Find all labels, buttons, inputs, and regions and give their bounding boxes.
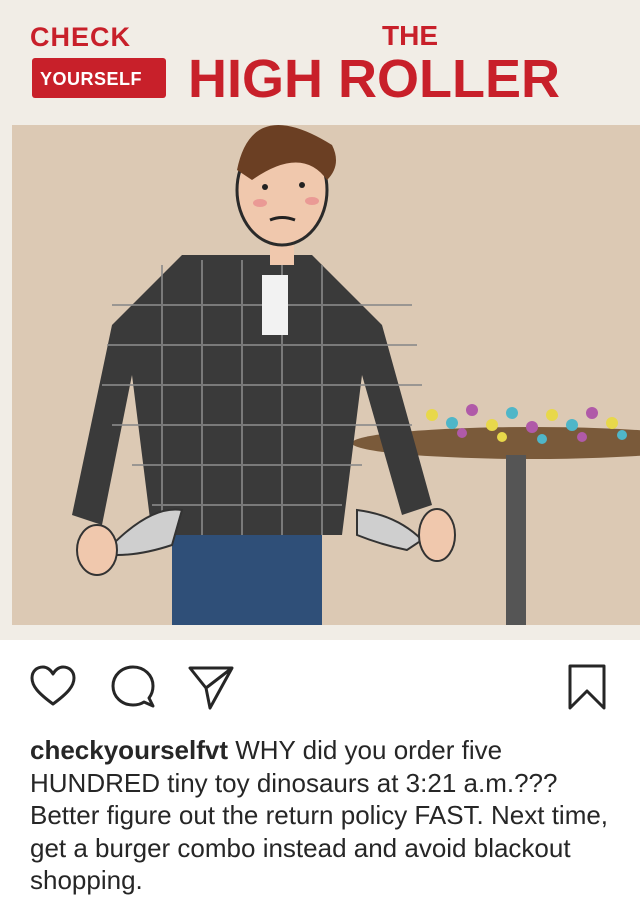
logo-yourself-text: YOURSELF — [40, 69, 143, 89]
paper-plane-icon — [188, 666, 234, 710]
illustration-art — [72, 125, 640, 625]
bookmark-icon — [568, 664, 606, 710]
post-caption: checkyourselfvt WHY did you order five H… — [30, 734, 620, 897]
post-actions-bar — [0, 650, 640, 720]
post-image[interactable]: CHECK YOURSELF THE HIGH ROLLER — [0, 0, 640, 640]
logo-check-text: CHECK — [30, 22, 132, 52]
man-figure — [72, 125, 456, 625]
comment-bubble-icon — [111, 665, 155, 708]
caption-username[interactable]: checkyourselfvt — [30, 735, 228, 765]
share-button[interactable] — [186, 662, 236, 712]
headline-large: HIGH ROLLER — [188, 49, 560, 109]
heart-icon — [30, 665, 76, 706]
comment-button[interactable] — [108, 662, 158, 712]
save-button[interactable] — [562, 662, 612, 712]
like-button[interactable] — [28, 662, 78, 712]
illustration — [12, 125, 640, 625]
table-leg — [506, 455, 526, 625]
